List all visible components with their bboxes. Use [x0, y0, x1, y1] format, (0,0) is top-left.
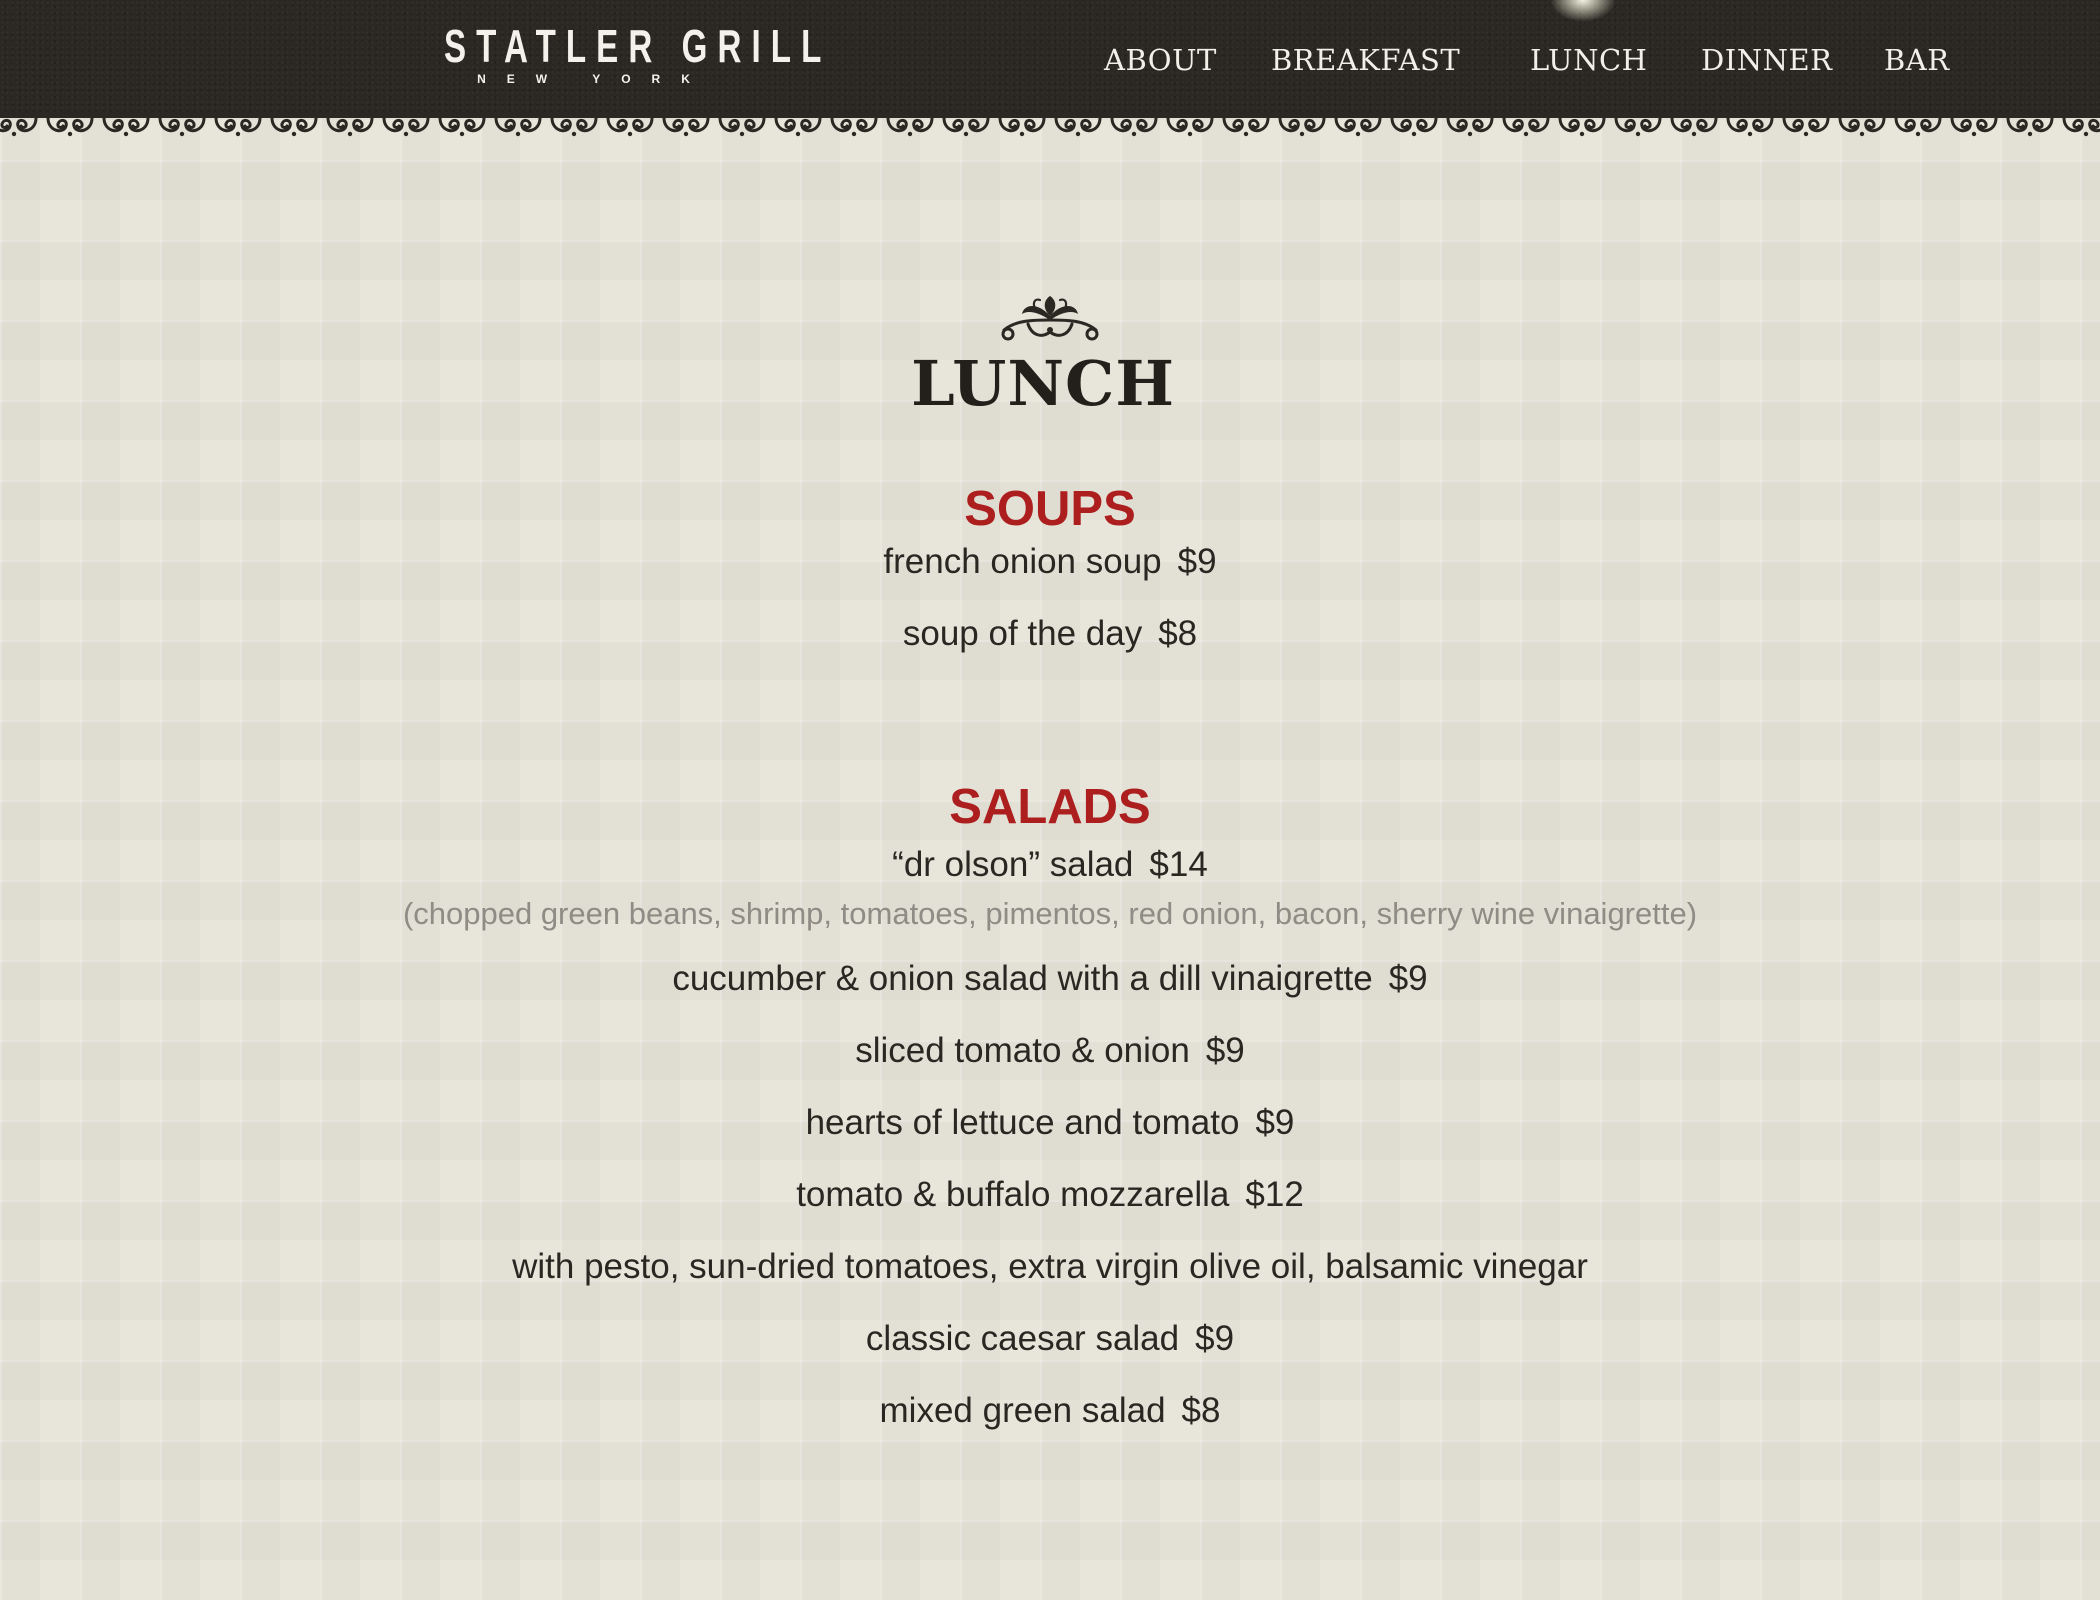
menu-item-name: “dr olson” salad	[892, 845, 1134, 884]
nav-lunch-link[interactable]: LUNCH	[1530, 38, 1647, 82]
menu-item: classic caesar salad $9	[0, 1317, 2100, 1361]
active-nav-glow	[1550, 0, 1616, 22]
menu-item-price: $9	[1388, 959, 1428, 998]
main-nav: ABOUT BREAKFAST LUNCH DINNER BAR	[0, 38, 2100, 82]
nav-breakfast-link[interactable]: BREAKFAST	[1271, 38, 1460, 82]
menu-item-price: $8	[1158, 614, 1198, 653]
menu-item-name: sliced tomato & onion	[855, 1031, 1190, 1070]
menu-item-price: $9	[1195, 1319, 1235, 1358]
menu-item-name: french onion soup	[883, 542, 1162, 581]
menu-item: soup of the day $8	[0, 612, 2100, 656]
menu-item-name: classic caesar salad	[865, 1319, 1180, 1358]
nav-dinner-link[interactable]: DINNER	[1701, 38, 1832, 82]
menu-item-name: tomato & buffalo mozzarella	[796, 1175, 1230, 1214]
section-title-soups: SOUPS	[964, 482, 1136, 536]
menu-item-price: $9	[1255, 1103, 1295, 1142]
menu-item: french onion soup $9	[0, 540, 2100, 584]
nav-bar-link[interactable]: BAR	[1884, 38, 1950, 82]
menu-item-price: $14	[1149, 845, 1208, 884]
menu-item: tomato & buffalo mozzarella $12	[0, 1173, 2100, 1217]
menu-item-name: hearts of lettuce and tomato	[805, 1103, 1240, 1142]
scroll-border-ornament	[0, 112, 2100, 144]
menu-item-price: $9	[1177, 542, 1217, 581]
menu-item-price: $12	[1245, 1175, 1304, 1214]
menu-item: “dr olson” salad $14	[0, 843, 2100, 887]
menu-item-name: mixed green salad	[879, 1391, 1166, 1430]
menu-item-price: $8	[1181, 1391, 1221, 1430]
menu-item: cucumber & onion salad with a dill vinai…	[0, 957, 2100, 1001]
menu-item: with pesto, sun-dried tomatoes, extra vi…	[0, 1245, 2100, 1289]
menu-item: sliced tomato & onion $9	[0, 1029, 2100, 1073]
menu-item-price: $9	[1205, 1031, 1245, 1070]
menu-item-description: (chopped green beans, shrimp, tomatoes, …	[402, 896, 1698, 931]
floral-ornament-icon	[1001, 296, 1099, 341]
menu-item-name: with pesto, sun-dried tomatoes, extra vi…	[512, 1247, 1588, 1286]
menu-item-name: cucumber & onion salad with a dill vinai…	[672, 959, 1373, 998]
nav-about-link[interactable]: ABOUT	[1104, 38, 1217, 82]
section-title-salads: SALADS	[949, 780, 1151, 834]
page-title: LUNCH	[911, 347, 1175, 420]
site-header: STATLER GRILL NEW YORK ABOUT BREAKFAST L…	[0, 0, 2100, 117]
menu-item-name: soup of the day	[902, 614, 1143, 653]
menu-item: mixed green salad $8	[0, 1389, 2100, 1433]
menu-item: hearts of lettuce and tomato $9	[0, 1101, 2100, 1145]
